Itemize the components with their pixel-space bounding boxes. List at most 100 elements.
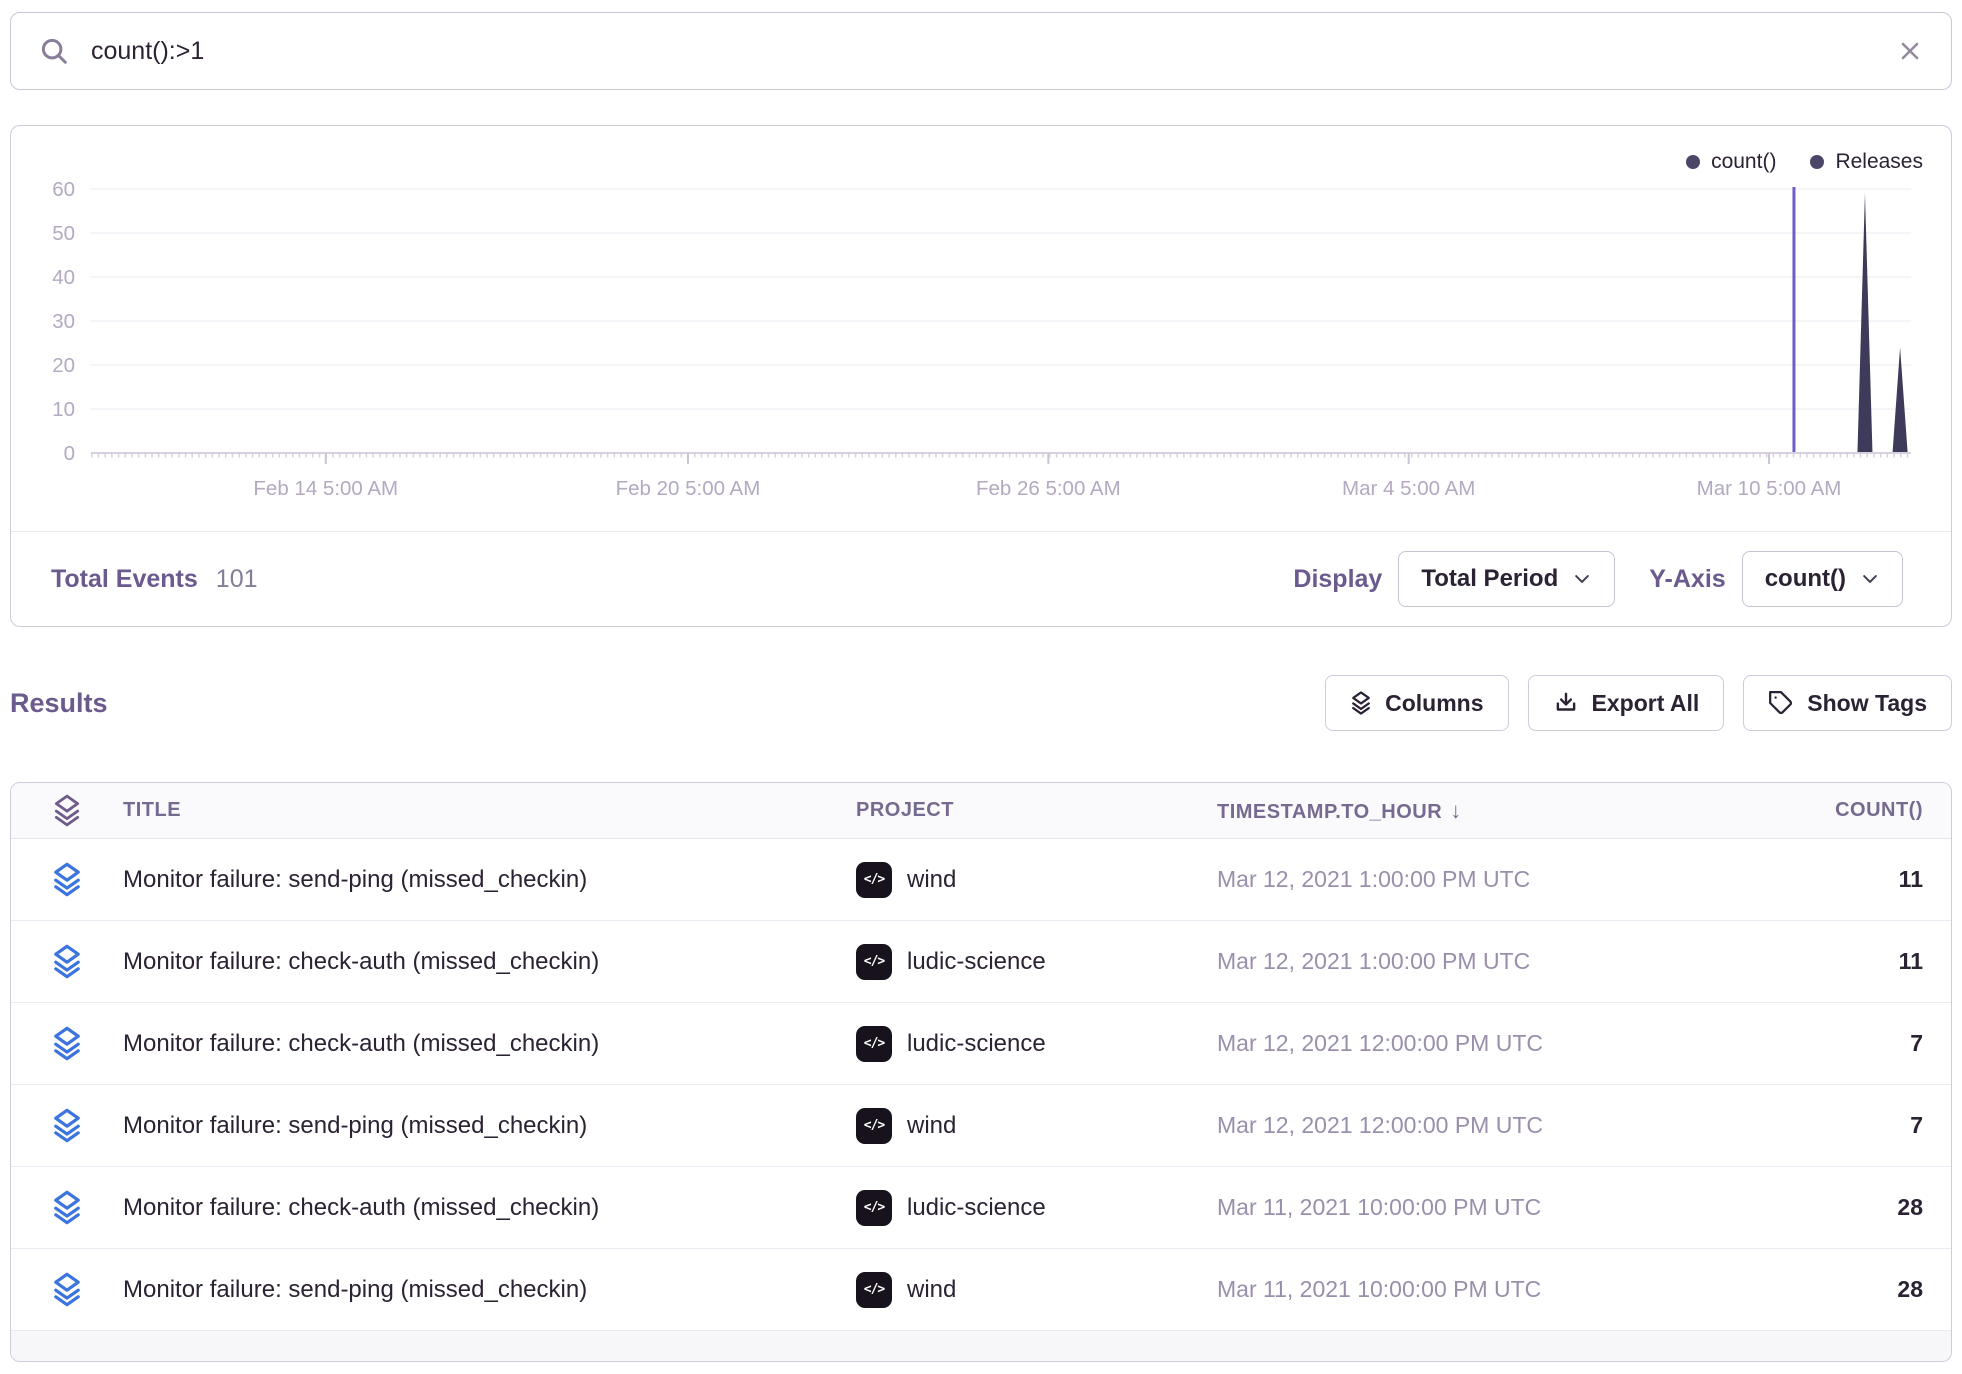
events-chart-panel: count() Releases 0 10 20 30 40 50 60 Feb 14 5:00…: [10, 125, 1952, 627]
tag-icon: [1768, 690, 1794, 716]
event-title-link[interactable]: Monitor failure: check-auth (missed_chec…: [123, 1194, 856, 1222]
legend-item[interactable]: Releases: [1810, 150, 1923, 174]
svg-text:20: 20: [52, 354, 75, 377]
layers-icon: [11, 1189, 123, 1226]
table-row[interactable]: Monitor failure: check-auth (missed_chec…: [11, 1167, 1951, 1249]
project-name: ludic-science: [907, 1194, 1046, 1222]
show-tags-button[interactable]: Show Tags: [1743, 675, 1952, 731]
timestamp-cell: Mar 12, 2021 1:00:00 PM UTC: [1217, 866, 1637, 893]
chevron-down-icon: [1572, 569, 1592, 589]
svg-text:Mar 10 5:00 AM: Mar 10 5:00 AM: [1697, 477, 1842, 500]
timestamp-cell: Mar 12, 2021 12:00:00 PM UTC: [1217, 1112, 1637, 1139]
results-heading: Results: [10, 688, 108, 719]
display-dropdown[interactable]: Total Period: [1398, 551, 1615, 607]
chart-legend: count() Releases: [1686, 150, 1923, 174]
legend-label: Releases: [1835, 150, 1923, 174]
project-platform-icon: </>: [856, 1190, 892, 1226]
legend-label: count(): [1711, 150, 1776, 174]
project-cell: </>ludic-science: [856, 944, 1217, 980]
project-name: wind: [907, 1276, 956, 1304]
timestamp-cell: Mar 11, 2021 10:00:00 PM UTC: [1217, 1276, 1637, 1303]
project-name: ludic-science: [907, 948, 1046, 976]
search-icon: [39, 36, 69, 66]
project-cell: </> wind: [856, 1272, 1217, 1308]
layers-icon: [11, 943, 123, 980]
svg-text:60: 60: [52, 178, 75, 201]
column-header-title[interactable]: TITLE: [123, 799, 856, 822]
event-title-link[interactable]: Monitor failure: send-ping (missed_check…: [123, 1112, 856, 1140]
table-footer: [11, 1331, 1951, 1361]
svg-text:50: 50: [52, 222, 75, 245]
display-label: Display: [1293, 565, 1382, 594]
timestamp-cell: Mar 11, 2021 10:00:00 PM UTC: [1217, 1194, 1637, 1221]
button-label: Columns: [1385, 690, 1483, 717]
button-label: Show Tags: [1807, 690, 1927, 717]
chart-footer: Total Events 101 Display Total Period Y-…: [11, 531, 1951, 626]
count-cell: 28: [1637, 1194, 1951, 1221]
export-all-button[interactable]: Export All: [1528, 675, 1725, 731]
columns-button[interactable]: Columns: [1325, 675, 1508, 731]
table-row[interactable]: Monitor failure: send-ping (missed_check…: [11, 1085, 1951, 1167]
column-header-project[interactable]: PROJECT: [856, 799, 1217, 822]
legend-dot-icon: [1810, 155, 1824, 169]
project-platform-icon: </>: [856, 862, 892, 898]
event-title-link[interactable]: Monitor failure: send-ping (missed_check…: [123, 1276, 856, 1304]
search-input[interactable]: count():>1: [91, 37, 204, 66]
project-name: wind: [907, 866, 956, 894]
svg-text:10: 10: [52, 398, 75, 421]
event-title-link[interactable]: Monitor failure: check-auth (missed_chec…: [123, 948, 856, 976]
search-bar[interactable]: count():>1: [10, 12, 1952, 90]
layers-icon: [11, 1025, 123, 1062]
timestamp-cell: Mar 12, 2021 12:00:00 PM UTC: [1217, 1030, 1637, 1057]
svg-text:Feb 20 5:00 AM: Feb 20 5:00 AM: [616, 477, 761, 500]
legend-item[interactable]: count(): [1686, 150, 1776, 174]
project-cell: </> ludic-science: [856, 1026, 1217, 1062]
count-cell: 7: [1637, 1112, 1951, 1139]
column-header-timestamp[interactable]: TIMESTAMP.TO_HOUR↓: [1217, 798, 1637, 824]
yaxis-dropdown[interactable]: count(): [1742, 551, 1903, 607]
yaxis-label: Y-Axis: [1649, 565, 1725, 594]
legend-dot-icon: [1686, 155, 1700, 169]
results-actions: Columns Export All Show Tags: [1325, 675, 1952, 731]
count-cell: 28: [1637, 1276, 1951, 1303]
chevron-down-icon: [1860, 569, 1880, 589]
button-label: Export All: [1592, 690, 1700, 717]
layers-icon: [11, 861, 123, 898]
clear-search-icon[interactable]: [1897, 38, 1923, 64]
count-cell: 11: [1637, 948, 1951, 975]
table-row[interactable]: Monitor failure: send-ping (missed_check…: [11, 839, 1951, 921]
table-row[interactable]: Monitor failure: send-ping (missed_check…: [11, 1249, 1951, 1331]
discover-page: count():>1 count() Releases 0 10 20 30 40 50 60…: [0, 0, 1962, 1374]
events-chart[interactable]: 0 10 20 30 40 50 60 Feb 14 5:00 AM Feb 20 5:00 A…: [11, 126, 1950, 531]
event-title-link[interactable]: Monitor failure: check-auth (missed_chec…: [123, 1030, 856, 1058]
results-header: Results Columns Export All Show Tags: [10, 672, 1952, 734]
project-name: wind: [907, 1112, 956, 1140]
project-cell: </> wind: [856, 1108, 1217, 1144]
results-table: TITLE PROJECT TIMESTAMP.TO_HOUR↓ COUNT()…: [10, 782, 1952, 1362]
total-events-label: Total Events: [51, 565, 198, 594]
layers-icon: [11, 1107, 123, 1144]
layers-icon: [1350, 690, 1372, 716]
total-events-value: 101: [216, 565, 258, 594]
svg-text:Feb 14 5:00 AM: Feb 14 5:00 AM: [253, 477, 398, 500]
table-row[interactable]: Monitor failure: check-auth (missed_chec…: [11, 1003, 1951, 1085]
project-cell: </> wind: [856, 862, 1217, 898]
table-row[interactable]: Monitor failure: check-auth (missed_chec…: [11, 921, 1951, 1003]
project-platform-icon: </>: [856, 1026, 892, 1062]
svg-text:30: 30: [52, 310, 75, 333]
project-platform-icon: </>: [856, 1272, 892, 1308]
project-name: ludic-science: [907, 1030, 1046, 1058]
table-header-row: TITLE PROJECT TIMESTAMP.TO_HOUR↓ COUNT(): [11, 783, 1951, 839]
table-body: Monitor failure: send-ping (missed_check…: [11, 839, 1951, 1331]
column-header-count[interactable]: COUNT(): [1637, 799, 1951, 822]
svg-text:Mar 4 5:00 AM: Mar 4 5:00 AM: [1342, 477, 1475, 500]
project-platform-icon: </>: [856, 1108, 892, 1144]
event-title-link[interactable]: Monitor failure: send-ping (missed_check…: [123, 866, 856, 894]
svg-text:0: 0: [64, 442, 75, 465]
download-icon: [1553, 690, 1579, 716]
timestamp-cell: Mar 12, 2021 1:00:00 PM UTC: [1217, 948, 1637, 975]
yaxis-dropdown-value: count(): [1765, 565, 1846, 593]
svg-text:40: 40: [52, 266, 75, 289]
project-cell: </> ludic-science: [856, 1190, 1217, 1226]
svg-text:Feb 26 5:00 AM: Feb 26 5:00 AM: [976, 477, 1121, 500]
